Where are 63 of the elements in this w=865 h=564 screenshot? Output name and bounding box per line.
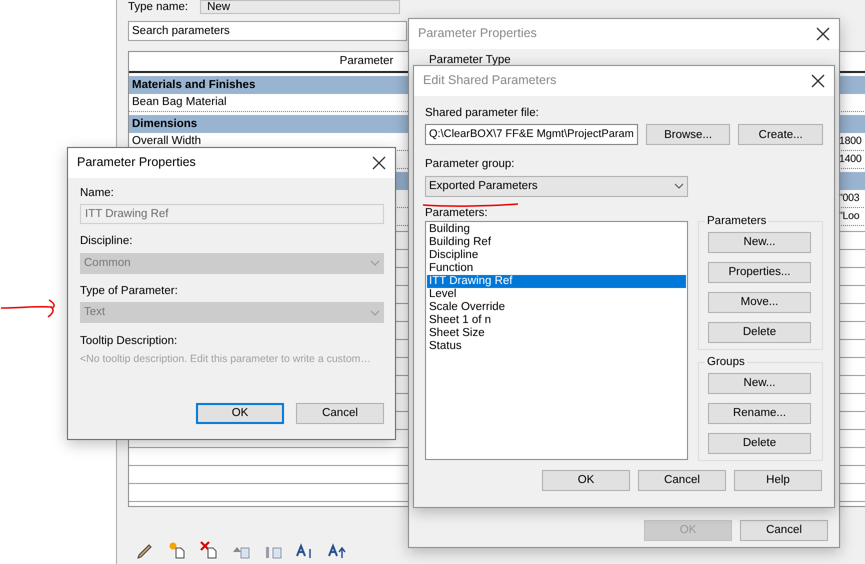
dialog-button[interactable]: New... [708, 373, 811, 394]
list-item[interactable]: Building [427, 223, 686, 236]
chevron-down-icon [370, 308, 380, 317]
tooltip-text: <No tooltip description. Edit this parameter to write a custom… [80, 352, 371, 366]
list-item[interactable]: Function [427, 262, 686, 276]
close-button[interactable] [371, 155, 387, 171]
type-name-field[interactable]: New [200, 0, 400, 14]
dialog-button[interactable]: Create... [738, 124, 823, 146]
dialog-button[interactable]: Browse... [646, 124, 730, 146]
field-label: Name: [80, 186, 114, 200]
field-label: Parameters: [425, 206, 488, 220]
table-cell: "Loo [838, 210, 860, 224]
dialog-button[interactable]: Cancel [296, 403, 384, 424]
field-label: Parameter group: [425, 157, 514, 172]
dialog-title: Parameter Properties [418, 26, 537, 42]
dialog-button[interactable]: Delete [708, 433, 811, 454]
search-field[interactable]: Search parameters [128, 21, 407, 41]
group-header: Materials and Finishes [131, 78, 256, 92]
table-cell-text: Overall Width [131, 134, 202, 149]
column-header[interactable]: Parameter [340, 54, 394, 69]
chevron-down-icon [370, 259, 380, 268]
file-path-field[interactable]: Q:\ClearBOX\7 FF&E Mgmt\ProjectParam [425, 124, 638, 146]
new-document-icon[interactable] [168, 541, 186, 559]
field-label: Tooltip Description: [80, 334, 178, 348]
sort-descending-icon[interactable] [328, 541, 346, 559]
chevron-down-icon [674, 182, 684, 190]
list-item[interactable]: Building Ref [427, 236, 686, 250]
arrow-annotation [0, 298, 56, 320]
list-item[interactable]: Status [427, 340, 686, 354]
dialog-button[interactable]: Delete [708, 322, 811, 344]
list-item[interactable]: Scale Override [427, 301, 686, 314]
dialog-button[interactable]: Move... [708, 292, 811, 314]
table-cell: 1400 [838, 152, 862, 166]
dialog-button[interactable]: Properties... [708, 262, 811, 284]
field-label: Type of Parameter: [80, 284, 178, 298]
dialog-button[interactable]: OK [542, 470, 630, 492]
table-cell: "003 [838, 192, 860, 206]
dialog-button[interactable]: Cancel [740, 520, 828, 541]
sort-ascending-icon[interactable] [296, 541, 314, 559]
close-button[interactable] [810, 73, 826, 89]
list-item[interactable]: Discipline [427, 249, 686, 262]
field-label: Type name: [128, 0, 188, 14]
delete-document-icon[interactable] [200, 541, 218, 559]
dialog-button[interactable]: Cancel [638, 470, 726, 492]
dialog-button[interactable]: Help [734, 470, 822, 492]
field-label: Discipline: [80, 234, 132, 249]
section-label: Parameter Type [429, 53, 511, 68]
close-button[interactable] [815, 26, 831, 42]
list-item[interactable]: ITT Drawing Ref [427, 275, 686, 288]
field-label: Shared parameter file: [425, 106, 539, 120]
list-item[interactable]: Level [427, 288, 686, 302]
group-header: Dimensions [131, 116, 198, 132]
list-item[interactable]: Sheet Size [427, 327, 686, 340]
group-dropdown[interactable]: Exported Parameters [425, 176, 688, 197]
dialog-title: Edit Shared Parameters [423, 73, 556, 89]
group-label: Groups [705, 355, 747, 370]
table-cell: 1800 [838, 134, 862, 148]
dialog-button[interactable]: New... [708, 232, 811, 254]
table-cell-text: Bean Bag Material [131, 95, 227, 110]
dialog-title: Parameter Properties [77, 155, 196, 171]
list-item[interactable]: Sheet 1 of n [427, 314, 686, 328]
dialog-button[interactable]: OK [196, 403, 284, 424]
dialog-button[interactable]: Rename... [708, 403, 811, 424]
